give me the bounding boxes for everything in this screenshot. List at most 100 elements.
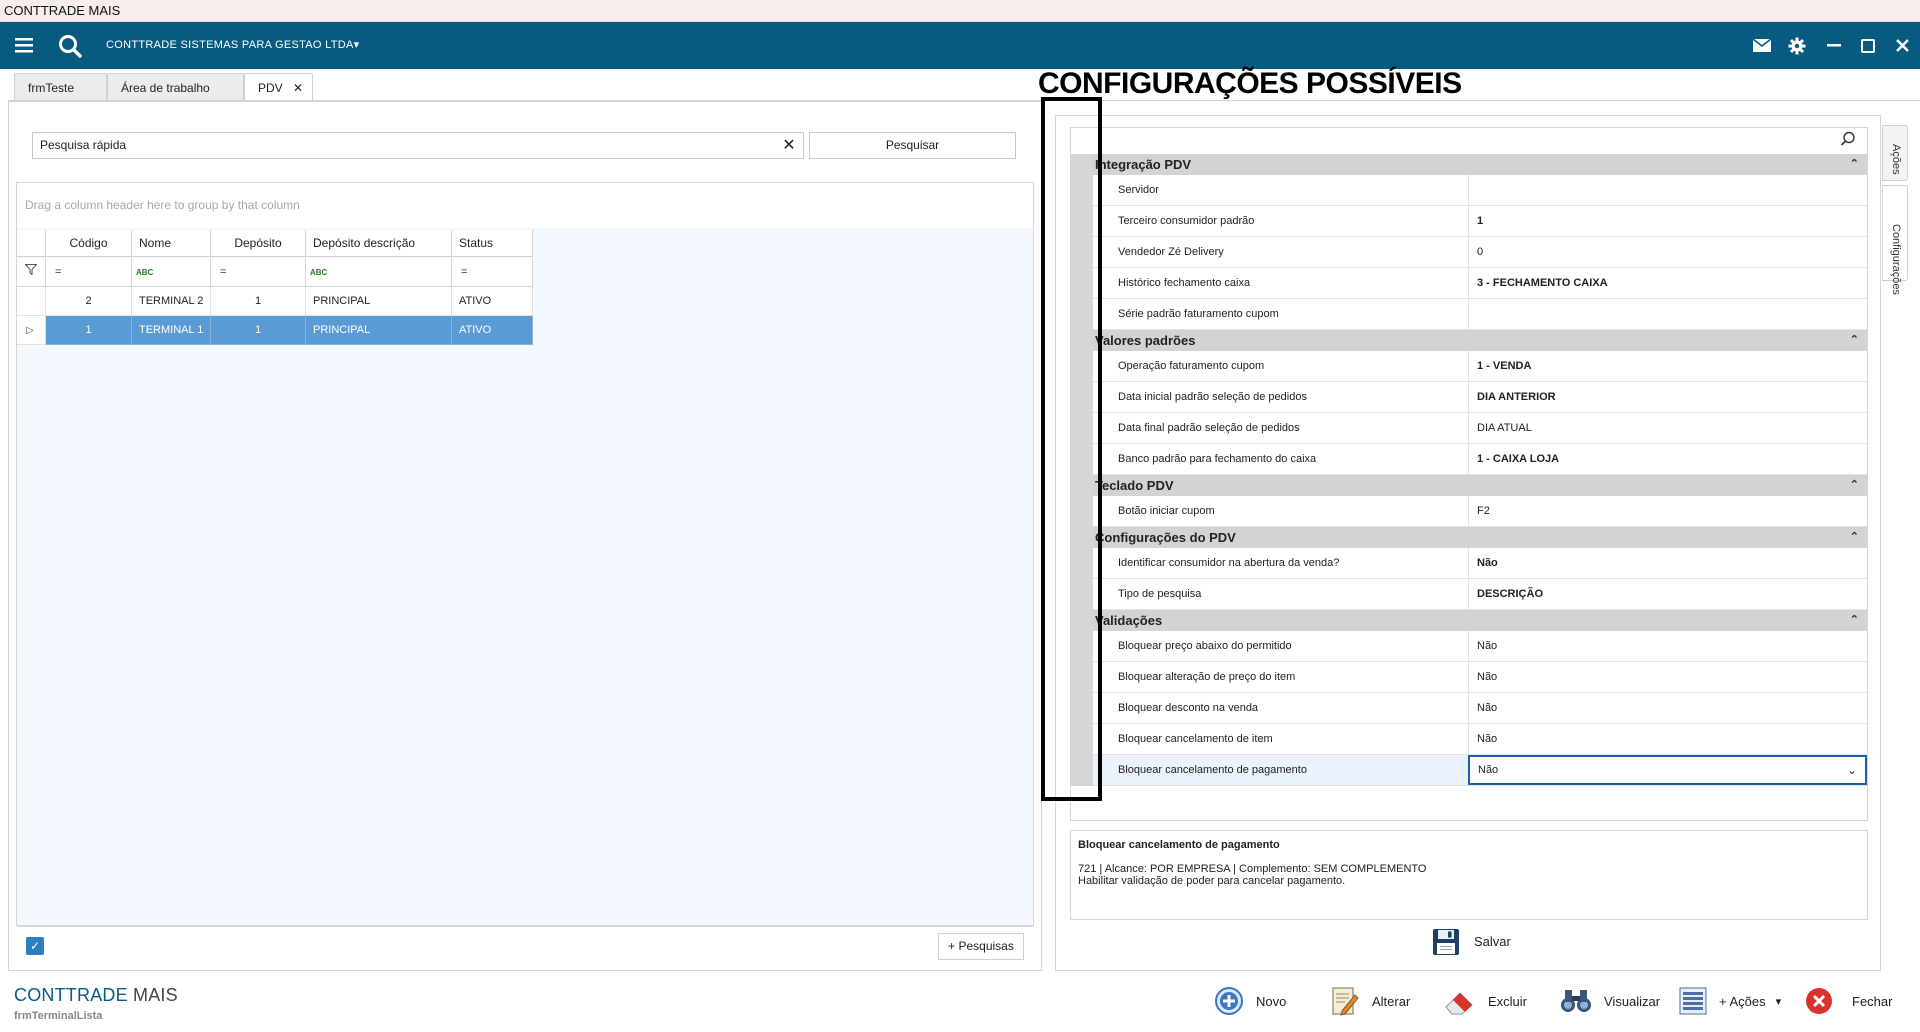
property-category[interactable]: Integração PDV ⌃ — [1093, 154, 1867, 175]
side-tab-label: Ações — [1890, 144, 1902, 175]
collapse-chevron-icon[interactable]: ⌃ — [1850, 330, 1859, 351]
property-row[interactable]: Bloquear preço abaixo do permitido Não — [1093, 631, 1867, 662]
property-search-bar[interactable] — [1071, 128, 1867, 154]
property-value[interactable]: 1 - VENDA — [1468, 351, 1867, 381]
property-value-dropdown[interactable]: Não ⌄ — [1468, 755, 1867, 785]
table-cell-status[interactable]: ATIVO — [452, 316, 533, 345]
property-value[interactable]: F2 — [1468, 496, 1867, 526]
table-cell-status[interactable]: ATIVO — [452, 287, 533, 316]
edit-button[interactable]: Alterar — [1330, 985, 1410, 1017]
property-value[interactable]: Não — [1468, 548, 1867, 578]
property-value[interactable]: DESCRIÇÃO — [1468, 579, 1867, 609]
property-value-text: Não — [1477, 671, 1498, 683]
property-row[interactable]: Vendedor Zé Delivery 0 — [1093, 237, 1867, 268]
tab-frmteste[interactable]: frmTeste — [14, 73, 107, 101]
property-category[interactable]: Teclado PDV ⌃ — [1093, 475, 1867, 496]
property-value[interactable]: 3 - FECHAMENTO CAIXA — [1468, 268, 1867, 298]
property-value[interactable]: Não — [1468, 631, 1867, 661]
group-panel-hint[interactable]: Drag a column header here to group by th… — [17, 183, 1033, 228]
collapse-chevron-icon[interactable]: ⌃ — [1850, 610, 1859, 631]
column-header-nome[interactable]: Nome — [132, 230, 211, 257]
chevron-down-icon[interactable]: ⌄ — [1847, 757, 1857, 783]
collapse-chevron-icon[interactable]: ⌃ — [1850, 475, 1859, 496]
clear-search-icon[interactable]: ✕ — [776, 132, 802, 159]
column-header-deposito[interactable]: Depósito — [211, 230, 306, 257]
row-indicator[interactable] — [17, 287, 46, 316]
collapse-chevron-icon[interactable]: ⌃ — [1850, 154, 1859, 175]
filter-row-icon[interactable] — [17, 258, 46, 287]
tab-area-de-trabalho[interactable]: Área de trabalho — [107, 73, 244, 101]
search-button[interactable]: Pesquisar — [809, 132, 1016, 159]
quick-search-input[interactable]: Pesquisa rápida — [32, 132, 804, 159]
property-row[interactable]: Terceiro consumidor padrão 1 — [1093, 206, 1867, 237]
property-row[interactable]: Botão iniciar cupom F2 — [1093, 496, 1867, 527]
property-value[interactable]: 1 — [1468, 206, 1867, 236]
filter-deposito[interactable]: = — [211, 258, 306, 287]
property-search-icon[interactable] — [1840, 131, 1860, 151]
save-disk-icon[interactable] — [1432, 928, 1460, 956]
property-value[interactable]: Não — [1468, 662, 1867, 692]
property-row[interactable]: Data inicial padrão seleção de pedidos DI… — [1093, 382, 1867, 413]
minimize-icon[interactable] — [1822, 22, 1846, 69]
property-row[interactable]: Tipo de pesquisa DESCRIÇÃO — [1093, 579, 1867, 610]
select-checkbox[interactable]: ✓ — [26, 937, 44, 955]
close-button[interactable]: Fechar — [1804, 985, 1892, 1017]
property-row[interactable]: Identificar consumidor na abertura da ve… — [1093, 548, 1867, 579]
property-row[interactable]: Operação faturamento cupom 1 - VENDA — [1093, 351, 1867, 382]
table-cell-nome[interactable]: TERMINAL 2 — [132, 287, 211, 316]
tab-pdv[interactable]: PDV ✕ — [244, 73, 313, 102]
table-cell-codigo[interactable]: 2 — [46, 287, 132, 316]
filter-codigo[interactable]: = — [46, 258, 132, 287]
property-value[interactable]: Não — [1468, 724, 1867, 754]
property-category[interactable]: Validações ⌃ — [1093, 610, 1867, 631]
column-header-deposito-descricao[interactable]: Depósito descrição — [306, 230, 452, 257]
property-category[interactable]: Configurações do PDV ⌃ — [1093, 527, 1867, 548]
table-cell-deposito[interactable]: 1 — [211, 316, 306, 345]
property-row[interactable]: Bloquear desconto na venda Não — [1093, 693, 1867, 724]
filter-status[interactable]: = — [452, 258, 533, 287]
property-value[interactable] — [1468, 299, 1867, 329]
tab-close-icon[interactable]: ✕ — [293, 74, 303, 102]
more-actions-button[interactable]: + Ações ▾ — [1679, 985, 1781, 1017]
close-window-icon[interactable] — [1890, 22, 1914, 69]
property-value[interactable]: Não — [1468, 693, 1867, 723]
property-value[interactable]: 0 — [1468, 237, 1867, 267]
filter-deposito-descricao[interactable]: ABC — [306, 258, 452, 287]
side-tab-acoes[interactable]: Ações — [1882, 125, 1908, 181]
save-button[interactable]: Salvar — [1474, 934, 1511, 949]
property-row[interactable]: Bloquear cancelamento de pagamento Não ⌄ — [1093, 755, 1867, 786]
table-cell-codigo[interactable]: 1 — [46, 316, 132, 345]
column-header-status[interactable]: Status — [452, 230, 533, 257]
column-header-codigo[interactable]: Código — [46, 230, 132, 257]
new-button[interactable]: Novo — [1214, 985, 1286, 1017]
property-row[interactable]: Data final padrão seleção de pedidos DIA … — [1093, 413, 1867, 444]
property-value[interactable]: 1 - CAIXA LOJA — [1468, 444, 1867, 474]
property-row[interactable]: Servidor — [1093, 175, 1867, 206]
gear-icon[interactable] — [1785, 22, 1809, 69]
filter-nome[interactable]: ABC — [132, 258, 211, 287]
more-searches-button[interactable]: + Pesquisas — [938, 933, 1024, 960]
maximize-icon[interactable] — [1856, 22, 1880, 69]
delete-button[interactable]: Excluir — [1444, 985, 1527, 1017]
property-row[interactable]: Bloquear alteração de preço do item Não — [1093, 662, 1867, 693]
mail-icon[interactable] — [1750, 22, 1774, 69]
property-row[interactable]: Banco padrão para fechamento do caixa 1 -… — [1093, 444, 1867, 475]
property-row[interactable]: Histórico fechamento caixa 3 - FECHAMENTO… — [1093, 268, 1867, 299]
collapse-chevron-icon[interactable]: ⌃ — [1850, 527, 1859, 548]
property-value[interactable] — [1468, 175, 1867, 205]
search-icon[interactable] — [56, 22, 84, 69]
view-button[interactable]: Visualizar — [1560, 985, 1660, 1017]
company-selector[interactable]: CONTTRADE SISTEMAS PARA GESTAO LTDA▾ — [106, 22, 359, 69]
property-row[interactable]: Bloquear cancelamento de item Não — [1093, 724, 1867, 755]
property-value[interactable]: DIA ATUAL — [1468, 413, 1867, 443]
property-category[interactable]: Valores padrões ⌃ — [1093, 330, 1867, 351]
side-tab-configuracoes[interactable]: Configurações — [1882, 185, 1908, 295]
row-indicator-selected[interactable]: ▷ — [17, 316, 46, 345]
property-value[interactable]: DIA ANTERIOR — [1468, 382, 1867, 412]
property-row[interactable]: Série padrão faturamento cupom — [1093, 299, 1867, 330]
table-cell-deposito-descricao[interactable]: PRINCIPAL — [306, 316, 452, 345]
hamburger-menu-icon[interactable] — [12, 22, 36, 69]
table-cell-nome[interactable]: TERMINAL 1 — [132, 316, 211, 345]
table-cell-deposito-descricao[interactable]: PRINCIPAL — [306, 287, 452, 316]
table-cell-deposito[interactable]: 1 — [211, 287, 306, 316]
